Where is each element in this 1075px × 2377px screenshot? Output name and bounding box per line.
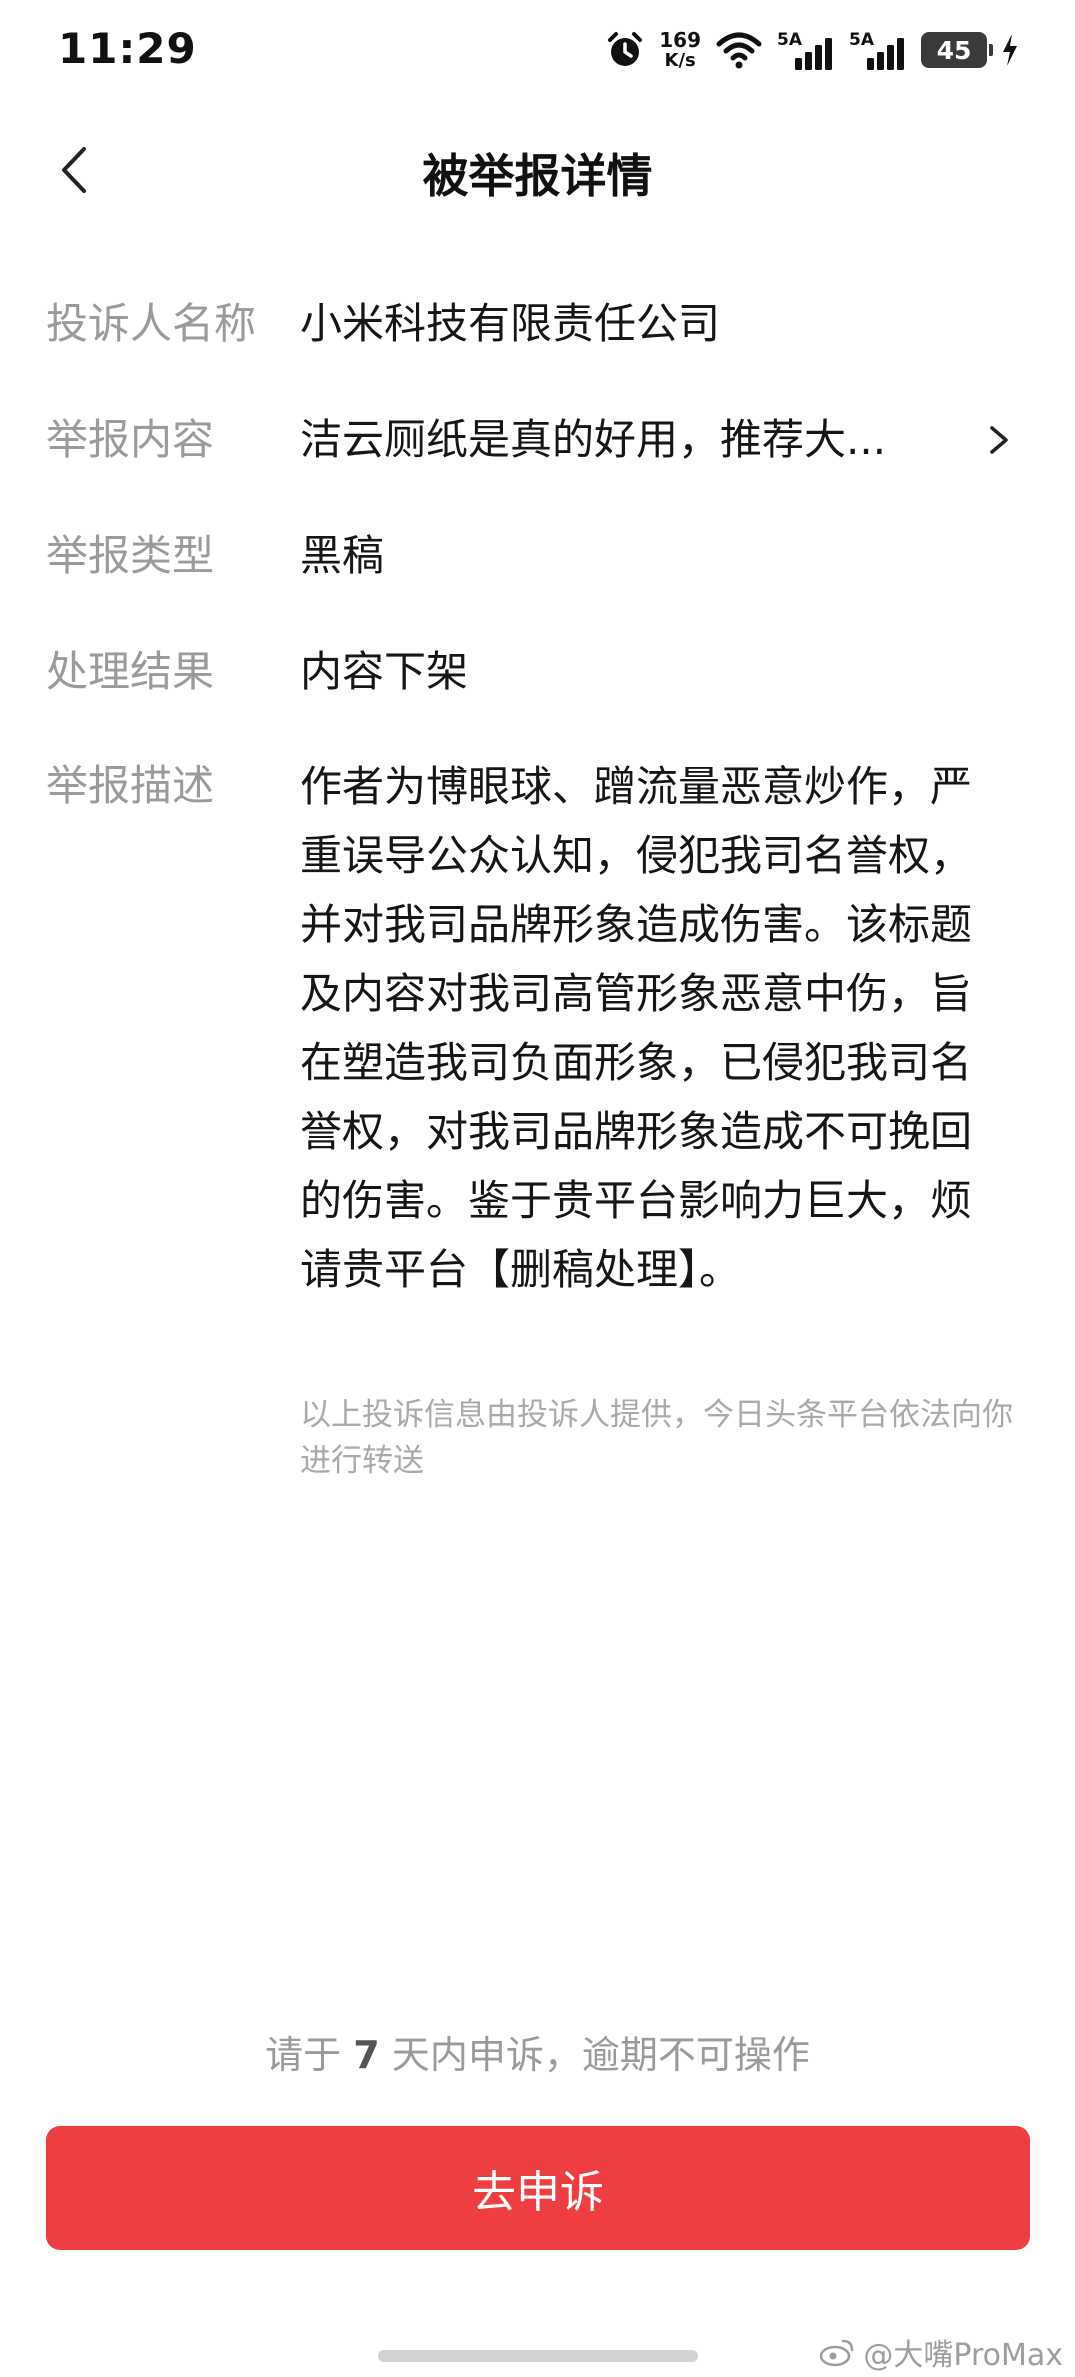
signal-bars-icon: [867, 38, 904, 70]
detail-row-complainant: 投诉人名称 小米科技有限责任公司: [46, 290, 1036, 358]
appeal-deadline-text: 请于 7 天内申诉，逾期不可操作: [0, 2024, 1075, 2079]
battery-indicator: 45: [921, 32, 993, 68]
network-speed-unit: K/s: [664, 50, 696, 71]
watermark: @大嘴ProMax: [819, 2330, 1063, 2374]
wifi-icon: [716, 32, 762, 69]
detail-row-result: 处理结果 内容下架: [46, 638, 1036, 706]
home-indicator[interactable]: [378, 2350, 698, 2362]
watermark-text: @大嘴ProMax: [863, 2338, 1063, 2373]
deadline-days: 7: [353, 2033, 380, 2077]
type-value: 黑稿: [300, 531, 385, 580]
complainant-label: 投诉人名称: [46, 299, 257, 348]
result-label: 处理结果: [46, 647, 215, 696]
complainant-name: 小米科技有限责任公司: [300, 299, 721, 348]
content-value: 洁云厕纸是真的好用，推荐大...: [300, 415, 887, 464]
detail-row-type: 举报类型 黑稿: [46, 522, 1036, 590]
signal-bars-icon: [795, 38, 832, 70]
signal-sim1: 5A: [777, 30, 835, 70]
detail-row-description: 举报描述 作者为博眼球、蹭流量恶意炒作，严重误导公众认知，侵犯我司名誉权，并对我…: [46, 752, 1036, 1304]
network-speed: 169 K/s: [659, 30, 701, 70]
nav-header: 被举报详情: [0, 120, 1075, 220]
page-title: 被举报详情: [422, 149, 653, 203]
status-time: 11:29: [58, 24, 197, 73]
network-speed-value: 169: [659, 28, 701, 52]
result-value: 内容下架: [300, 647, 469, 696]
complainant-value: 小米科技有限责任公司: [300, 290, 1036, 358]
description-value: 作者为博眼球、蹭流量恶意炒作，严重误导公众认知，侵犯我司名誉权，并对我司品牌形象…: [300, 762, 973, 1294]
forwarding-notice: 以上投诉信息由投诉人提供，今日头条平台依法向你进行转送: [300, 1397, 1013, 1479]
deadline-suffix: 天内申诉，逾期不可操作: [391, 2033, 810, 2077]
signal-sim2: 5A: [849, 30, 907, 70]
detail-row-content[interactable]: 举报内容 洁云厕纸是真的好用，推荐大...: [46, 406, 1036, 474]
weibo-logo-icon: [820, 2339, 854, 2367]
alarm-icon: [608, 32, 643, 66]
battery-level: 45: [936, 35, 972, 65]
status-icons: 169 K/s 5A 5A 45: [605, 26, 1019, 74]
appeal-button[interactable]: 去申诉: [46, 2126, 1030, 2250]
description-label: 举报描述: [46, 761, 215, 810]
status-bar: 11:29 169 K/s 5A 5A 45: [0, 0, 1075, 104]
type-label: 举报类型: [46, 531, 215, 580]
deadline-prefix: 请于: [265, 2033, 342, 2077]
charging-bolt-icon: [1003, 34, 1017, 66]
content-label: 举报内容: [46, 415, 215, 464]
chevron-right-icon: [990, 426, 1008, 454]
